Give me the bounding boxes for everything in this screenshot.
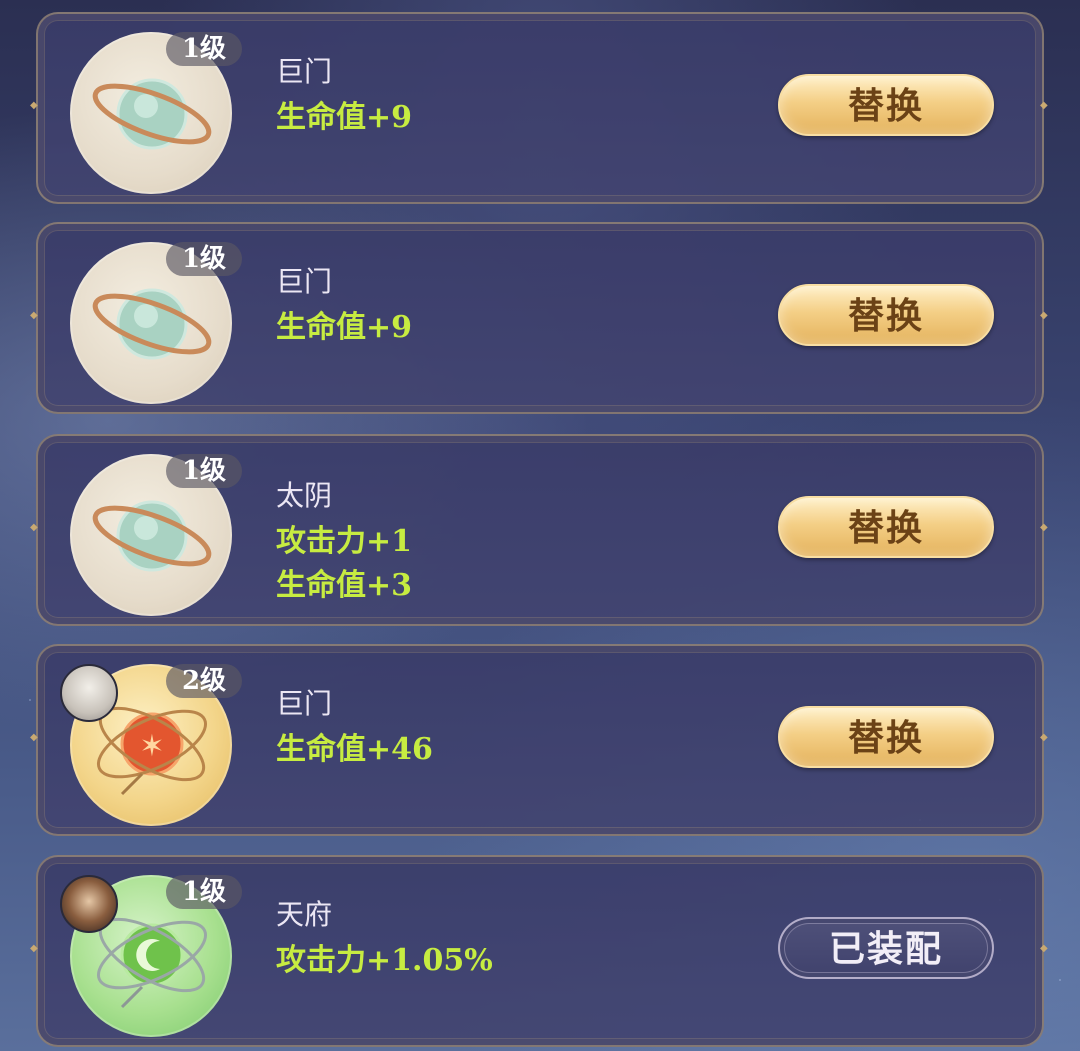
item-name: 天府 <box>276 898 333 931</box>
frame-ornament-icon <box>28 522 42 536</box>
item-stat: 生命值+3 <box>276 568 413 603</box>
item-name: 巨门 <box>276 265 333 298</box>
list-item[interactable]: 1级 巨门 生命值+9 替换 <box>30 12 1048 204</box>
level-badge: 1级 <box>166 875 242 909</box>
frame-ornament-icon <box>1038 100 1052 114</box>
item-name: 巨门 <box>276 687 333 720</box>
star-item-list: 1级 巨门 生命值+9 替换 1级 巨门 生命值+9 替换 <box>0 0 1080 1051</box>
level-badge: 1级 <box>166 454 242 488</box>
frame-ornament-icon <box>1038 522 1052 536</box>
item-stat: 生命值+9 <box>276 310 413 345</box>
level-badge: 1级 <box>166 32 242 66</box>
replace-button[interactable]: 替换 <box>778 706 994 768</box>
equipped-button[interactable]: 已装配 <box>778 917 994 979</box>
level-badge: 1级 <box>166 242 242 276</box>
frame-ornament-icon <box>1038 310 1052 324</box>
list-item[interactable]: 1级 天府 攻击力+1.05% 已装配 <box>30 855 1048 1047</box>
list-item[interactable]: ✶ 2级 巨门 生命值+46 替换 <box>30 644 1048 836</box>
character-avatar[interactable] <box>60 875 118 933</box>
character-avatar[interactable] <box>60 664 118 722</box>
replace-button[interactable]: 替换 <box>778 284 994 346</box>
item-stat: 攻击力+1.05% <box>276 943 493 978</box>
frame-ornament-icon <box>28 310 42 324</box>
level-badge: 2级 <box>166 664 242 698</box>
item-name: 太阴 <box>276 479 333 512</box>
frame-ornament-icon <box>28 943 42 957</box>
svg-text:✶: ✶ <box>139 729 164 764</box>
item-stat: 攻击力+1 <box>276 524 413 559</box>
list-item[interactable]: 1级 太阴 攻击力+1 生命值+3 替换 <box>30 434 1048 626</box>
frame-ornament-icon <box>1038 732 1052 746</box>
item-stat: 生命值+46 <box>276 732 433 767</box>
item-name: 巨门 <box>276 55 333 88</box>
list-item[interactable]: 1级 巨门 生命值+9 替换 <box>30 222 1048 414</box>
replace-button[interactable]: 替换 <box>778 74 994 136</box>
frame-ornament-icon <box>28 732 42 746</box>
frame-ornament-icon <box>1038 943 1052 957</box>
frame-ornament-icon <box>28 100 42 114</box>
replace-button[interactable]: 替换 <box>778 496 994 558</box>
item-stat: 生命值+9 <box>276 100 413 135</box>
